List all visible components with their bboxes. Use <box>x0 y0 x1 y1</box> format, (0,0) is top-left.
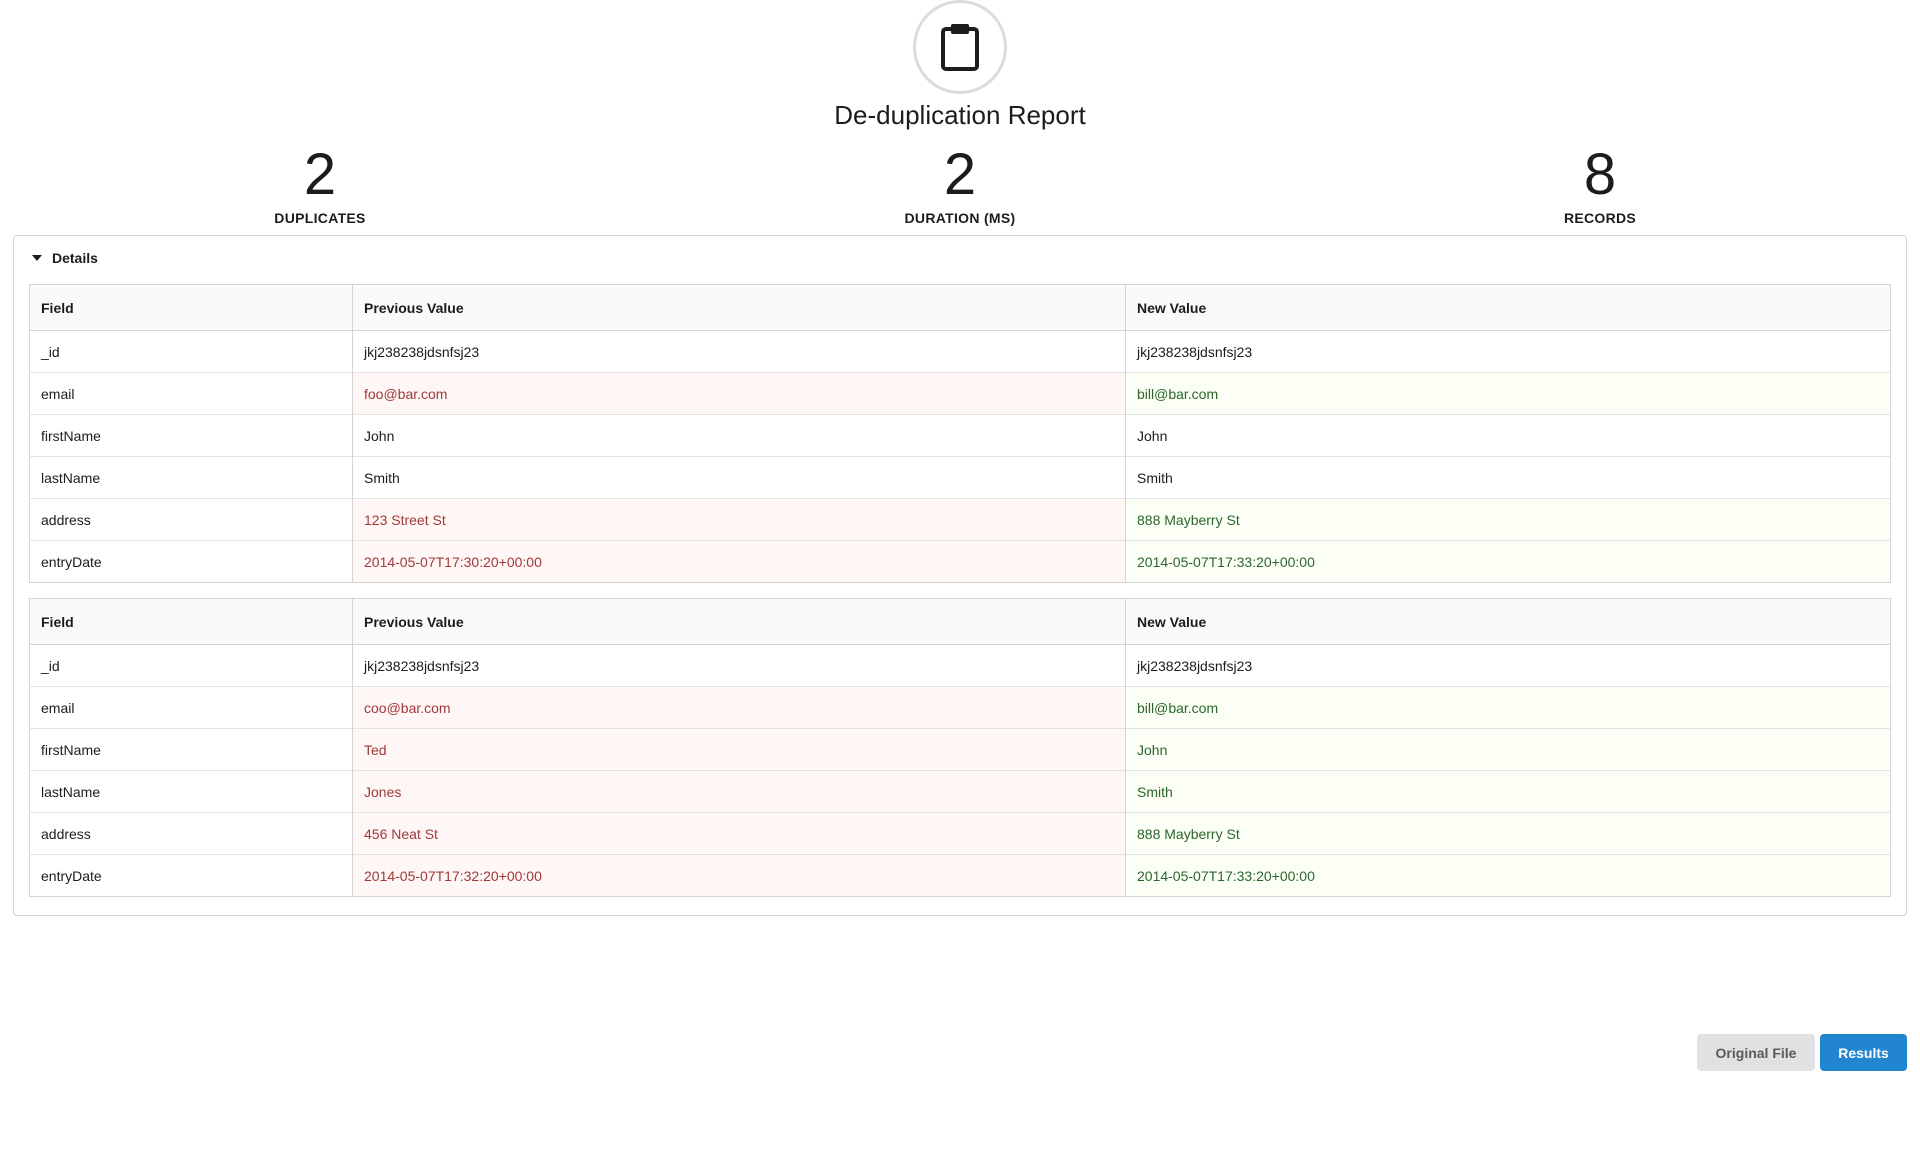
results-button[interactable]: Results <box>1820 1034 1907 1071</box>
stat-value: 2 <box>943 142 977 207</box>
table-header-row: Field Previous Value New Value <box>29 284 1891 331</box>
cell-new-value: jkj238238jdsnfsj23 <box>1125 330 1891 373</box>
table-row: entryDate 2014-05-07T17:30:20+00:00 2014-0… <box>29 540 1891 583</box>
cell-previous-value: 456 Neat St <box>352 812 1126 855</box>
cell-new-value: bill@bar.com <box>1125 372 1891 415</box>
cell-previous-value: 2014-05-07T17:32:20+00:00 <box>352 854 1126 897</box>
cell-field: lastName <box>29 456 353 499</box>
column-header-field: Field <box>29 598 353 645</box>
cell-previous-value: coo@bar.com <box>352 686 1126 729</box>
cell-field: firstName <box>29 414 353 457</box>
table-row: email foo@bar.com bill@bar.com <box>29 372 1891 415</box>
cell-new-value: jkj238238jdsnfsj23 <box>1125 644 1891 687</box>
table-row: email coo@bar.com bill@bar.com <box>29 686 1891 729</box>
cell-field: address <box>29 812 353 855</box>
diff-table: Field Previous Value New Value _id jkj238… <box>29 598 1891 897</box>
column-header-previous: Previous Value <box>352 284 1126 331</box>
cell-previous-value: foo@bar.com <box>352 372 1126 415</box>
details-panel: Details Field Previous Value New Value _… <box>13 235 1907 916</box>
column-header-previous: Previous Value <box>352 598 1126 645</box>
page-title: De-duplication Report <box>834 100 1086 130</box>
cell-field: email <box>29 372 353 415</box>
cell-field: _id <box>29 644 353 687</box>
details-label: Details <box>52 250 98 266</box>
cell-new-value: 2014-05-07T17:33:20+00:00 <box>1125 540 1891 583</box>
table-row: _id jkj238238jdsnfsj23 jkj238238jdsnfsj23 <box>29 644 1891 687</box>
stat-value: 8 <box>1583 142 1617 207</box>
cell-previous-value: John <box>352 414 1126 457</box>
original-file-button[interactable]: Original File <box>1697 1034 1815 1071</box>
cell-field: entryDate <box>29 540 353 583</box>
cell-previous-value: Ted <box>352 728 1126 771</box>
cell-new-value: Smith <box>1125 456 1891 499</box>
cell-new-value: 2014-05-07T17:33:20+00:00 <box>1125 854 1891 897</box>
cell-previous-value: Jones <box>352 770 1126 813</box>
table-row: _id jkj238238jdsnfsj23 jkj238238jdsnfsj23 <box>29 330 1891 373</box>
cell-new-value: 888 Mayberry St <box>1125 812 1891 855</box>
cell-new-value: Smith <box>1125 770 1891 813</box>
cell-previous-value: jkj238238jdsnfsj23 <box>352 644 1126 687</box>
cell-field: address <box>29 498 353 541</box>
stat-value: 2 <box>303 142 337 207</box>
cell-new-value: bill@bar.com <box>1125 686 1891 729</box>
cell-previous-value: 2014-05-07T17:30:20+00:00 <box>352 540 1126 583</box>
stat-label: DUPLICATES <box>274 210 366 226</box>
table-row: lastName Jones Smith <box>29 770 1891 813</box>
table-row: firstName Ted John <box>29 728 1891 771</box>
stat-label: RECORDS <box>1563 210 1637 226</box>
cell-field: email <box>29 686 353 729</box>
table-row: address 123 Street St 888 Mayberry St <box>29 498 1891 541</box>
cell-new-value: 888 Mayberry St <box>1125 498 1891 541</box>
cell-new-value: John <box>1125 728 1891 771</box>
column-header-new: New Value <box>1125 598 1891 645</box>
cell-new-value: John <box>1125 414 1891 457</box>
stat-duration: 2 DURATION (MS) <box>810 142 1110 226</box>
cell-previous-value: 123 Street St <box>352 498 1126 541</box>
cell-previous-value: Smith <box>352 456 1126 499</box>
table-row: address 456 Neat St 888 Mayberry St <box>29 812 1891 855</box>
details-accordion-toggle[interactable]: Details <box>32 250 98 266</box>
cell-field: entryDate <box>29 854 353 897</box>
stat-duplicates: 2 DUPLICATES <box>170 142 470 226</box>
cell-previous-value: jkj238238jdsnfsj23 <box>352 330 1126 373</box>
table-header-row: Field Previous Value New Value <box>29 598 1891 645</box>
caret-down-icon <box>32 255 42 261</box>
column-header-field: Field <box>29 284 353 331</box>
stat-records: 8 RECORDS <box>1450 142 1750 226</box>
report-page: De-duplication Report 2 DUPLICATES 2 DUR… <box>0 0 1920 1151</box>
table-row: lastName Smith Smith <box>29 456 1891 499</box>
stats-row: 2 DUPLICATES 2 DURATION (MS) 8 RECORDS <box>0 142 1920 232</box>
column-header-new: New Value <box>1125 284 1891 331</box>
table-row: entryDate 2014-05-07T17:32:20+00:00 2014-0… <box>29 854 1891 897</box>
clipboard-icon <box>913 0 1007 94</box>
table-row: firstName John John <box>29 414 1891 457</box>
stat-label: DURATION (MS) <box>904 210 1016 226</box>
diff-table: Field Previous Value New Value _id jkj238… <box>29 284 1891 583</box>
cell-field: _id <box>29 330 353 373</box>
cell-field: firstName <box>29 728 353 771</box>
cell-field: lastName <box>29 770 353 813</box>
